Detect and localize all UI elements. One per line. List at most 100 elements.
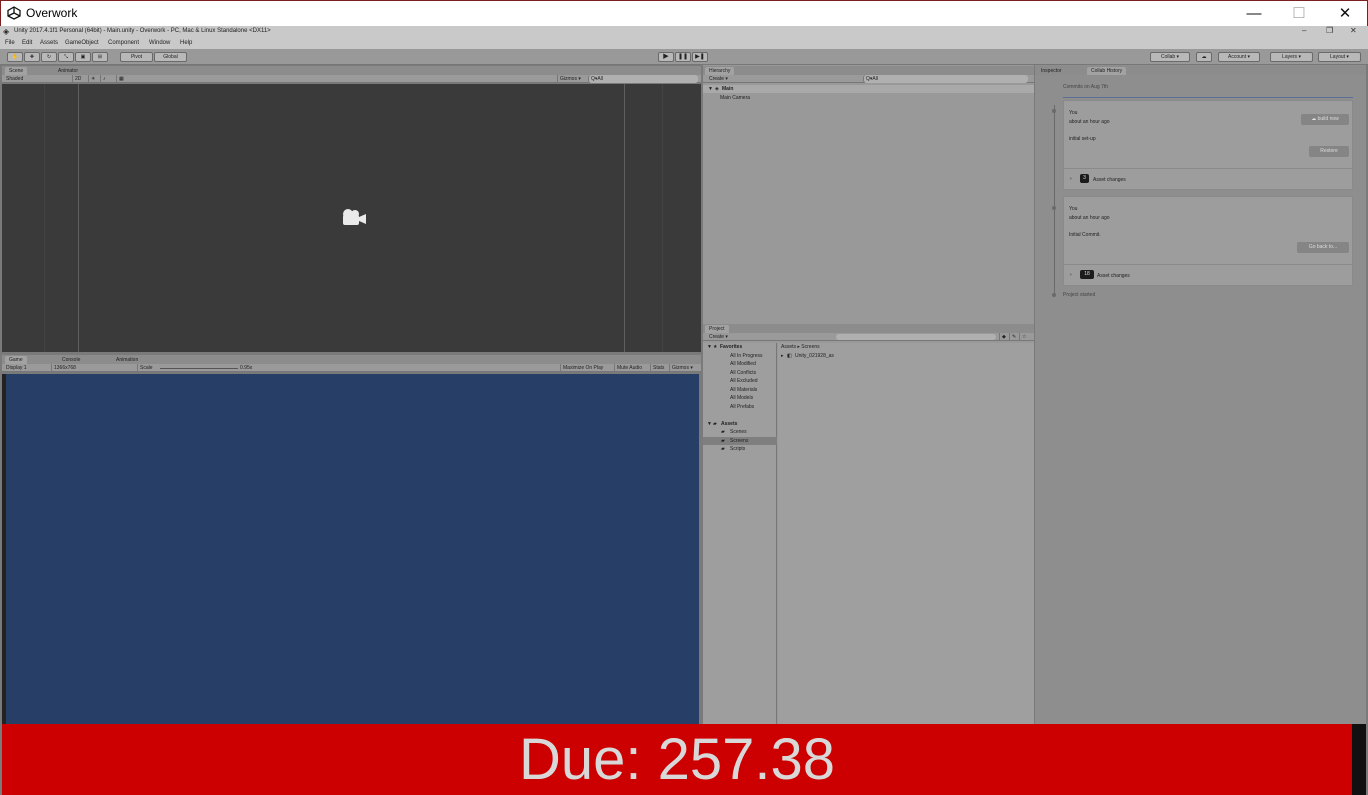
grid-line xyxy=(662,84,663,352)
minimize-button[interactable]: — xyxy=(1231,1,1277,27)
maximize-button[interactable]: ☐ xyxy=(1276,1,1322,27)
asset-changes-label[interactable]: Asset changes xyxy=(1097,273,1130,279)
expand-arrow-icon[interactable]: ▼ xyxy=(707,421,712,427)
camera-gizmo-icon[interactable] xyxy=(339,208,367,228)
favorite-all-prefabs[interactable]: All Prefabs xyxy=(730,404,754,410)
unity-close-button[interactable]: ✕ xyxy=(1350,26,1357,35)
account-dropdown[interactable]: Account ▾ xyxy=(1218,52,1260,62)
build-now-button[interactable]: ☁ build now xyxy=(1301,114,1349,125)
audio-toggle-icon[interactable]: ♪ xyxy=(100,75,108,83)
folder-scenes[interactable]: Scenes xyxy=(730,429,747,435)
pivot-toggle[interactable]: Pivot xyxy=(120,52,153,62)
favorite-all-modified[interactable]: All Modified xyxy=(730,361,756,367)
favorite-all-in-progress[interactable]: All In Progress xyxy=(730,353,763,359)
menu-file[interactable]: File xyxy=(5,40,15,46)
assets-label[interactable]: Assets xyxy=(721,421,737,427)
tab-console[interactable]: Console xyxy=(58,356,85,364)
resolution-dropdown[interactable]: 1366x768 xyxy=(51,364,135,372)
cloud-icon[interactable]: ☁ xyxy=(1196,52,1212,62)
maximize-on-play-toggle[interactable]: Maximize On Play xyxy=(560,364,605,372)
filter-type-icon[interactable]: ◆ xyxy=(999,333,1008,341)
mute-audio-toggle[interactable]: Mute Audio xyxy=(614,364,644,372)
project-create-dropdown[interactable]: Create ▾ xyxy=(707,333,730,341)
menu-assets[interactable]: Assets xyxy=(40,40,58,46)
tab-animator[interactable]: Animator xyxy=(54,67,83,75)
hierarchy-toolbar: Create ▾ Q▾All xyxy=(703,75,1034,83)
star-icon[interactable]: ☆ xyxy=(1019,333,1028,341)
expand-arrow-icon[interactable]: ▼ xyxy=(708,86,713,92)
scene-gizmos-dropdown[interactable]: Gizmos ▾ xyxy=(557,75,583,83)
project-breadcrumb[interactable]: Assets ▸ Screens xyxy=(781,344,820,350)
close-button[interactable]: ✕ xyxy=(1322,1,1368,27)
favorite-all-materials[interactable]: All Materials xyxy=(730,387,757,393)
transform-tool-icon[interactable]: ⊞ xyxy=(92,52,108,62)
tab-inspector[interactable]: Inspector xyxy=(1037,67,1066,75)
scale-tool-icon[interactable]: ⤡ xyxy=(58,52,74,62)
tab-hierarchy[interactable]: Hierarchy xyxy=(705,67,735,75)
folder-screens-row[interactable]: ▰ Screens xyxy=(703,437,777,445)
game-view[interactable] xyxy=(6,374,699,724)
asset-changes-label[interactable]: Asset changes xyxy=(1093,177,1126,183)
display-dropdown[interactable]: Display 1 xyxy=(4,364,49,372)
favorite-all-excluded[interactable]: All Excluded xyxy=(730,378,758,384)
menu-edit[interactable]: Edit xyxy=(22,40,32,46)
divider xyxy=(1064,264,1354,265)
scale-slider[interactable] xyxy=(160,368,238,369)
folder-scripts[interactable]: Scripts xyxy=(730,446,745,452)
expand-arrow-icon[interactable]: › xyxy=(1070,272,1072,278)
asset-file-icon: ◧ xyxy=(787,353,792,359)
effects-toggle-icon[interactable]: ▦ xyxy=(116,75,126,83)
expand-arrow-icon[interactable]: ▼ xyxy=(707,344,712,350)
shading-dropdown[interactable]: Shaded xyxy=(4,75,70,83)
stats-toggle[interactable]: Stats xyxy=(650,364,666,372)
scale-label: Scale xyxy=(137,364,155,372)
expand-arrow-icon[interactable]: › xyxy=(1070,176,1072,182)
play-icon[interactable]: ▶ xyxy=(658,52,674,62)
step-icon[interactable]: ▶❚ xyxy=(692,52,708,62)
banner-edge xyxy=(1352,724,1366,795)
move-tool-icon[interactable]: ✚ xyxy=(24,52,40,62)
hand-tool-icon[interactable]: ✋ xyxy=(7,52,23,62)
menu-gameobject[interactable]: GameObject xyxy=(65,40,99,46)
lighting-toggle-icon[interactable]: ☀ xyxy=(88,75,97,83)
asset-arrow-icon[interactable]: ▸ xyxy=(781,353,784,359)
favorite-all-models[interactable]: All Models xyxy=(730,395,753,401)
tab-scene[interactable]: Scene xyxy=(5,67,28,75)
folder-icon: ▰ xyxy=(721,446,725,452)
folder-screens[interactable]: Screens xyxy=(730,438,748,444)
menu-component[interactable]: Component xyxy=(108,40,139,46)
global-toggle[interactable]: Global xyxy=(154,52,187,62)
game-gizmos-dropdown[interactable]: Gizmos ▾ xyxy=(669,364,695,372)
scene-view[interactable] xyxy=(2,84,701,352)
asset-file-unity[interactable]: Unity_021928_as xyxy=(795,353,834,359)
hierarchy-item-main-camera[interactable]: Main Camera xyxy=(720,95,750,101)
tab-collab-history[interactable]: Collab History xyxy=(1087,67,1127,75)
rotate-tool-icon[interactable]: ↻ xyxy=(41,52,57,62)
restore-button[interactable]: Restore xyxy=(1309,146,1349,157)
unity-minimize-button[interactable]: – xyxy=(1302,26,1306,35)
scene-search-input[interactable]: Q▾All xyxy=(588,75,698,83)
menu-window[interactable]: Window xyxy=(149,40,170,46)
2d-toggle[interactable]: 2D xyxy=(72,75,83,83)
pause-icon[interactable]: ❚❚ xyxy=(675,52,691,62)
go-back-to-button[interactable]: Go back to... xyxy=(1297,242,1349,253)
rect-tool-icon[interactable]: ▣ xyxy=(75,52,91,62)
tab-game[interactable]: Game xyxy=(5,356,27,364)
menu-help[interactable]: Help xyxy=(180,40,192,46)
layers-dropdown[interactable]: Layers ▾ xyxy=(1270,52,1313,62)
hierarchy-search-input[interactable]: Q▾All xyxy=(863,75,1028,83)
favorite-all-conflicts[interactable]: All Conflicts xyxy=(730,370,756,376)
hierarchy-scene-row[interactable]: ▼ ◈ Main xyxy=(703,85,1034,93)
tab-project[interactable]: Project xyxy=(705,325,729,333)
favorites-label: Favorites xyxy=(720,344,743,350)
layout-dropdown[interactable]: Layout ▾ xyxy=(1318,52,1361,62)
tab-animation[interactable]: Animation xyxy=(112,356,143,364)
collab-dropdown[interactable]: Collab ▾ xyxy=(1150,52,1190,62)
grid-line xyxy=(624,84,625,352)
hierarchy-create-dropdown[interactable]: Create ▾ xyxy=(707,75,730,83)
timeline-dot xyxy=(1052,206,1056,210)
unity-scene-icon: ◈ xyxy=(715,86,719,92)
filter-label-icon[interactable]: ✎ xyxy=(1009,333,1018,341)
project-search-input[interactable] xyxy=(836,334,996,340)
unity-restore-button[interactable]: ❐ xyxy=(1326,26,1333,35)
